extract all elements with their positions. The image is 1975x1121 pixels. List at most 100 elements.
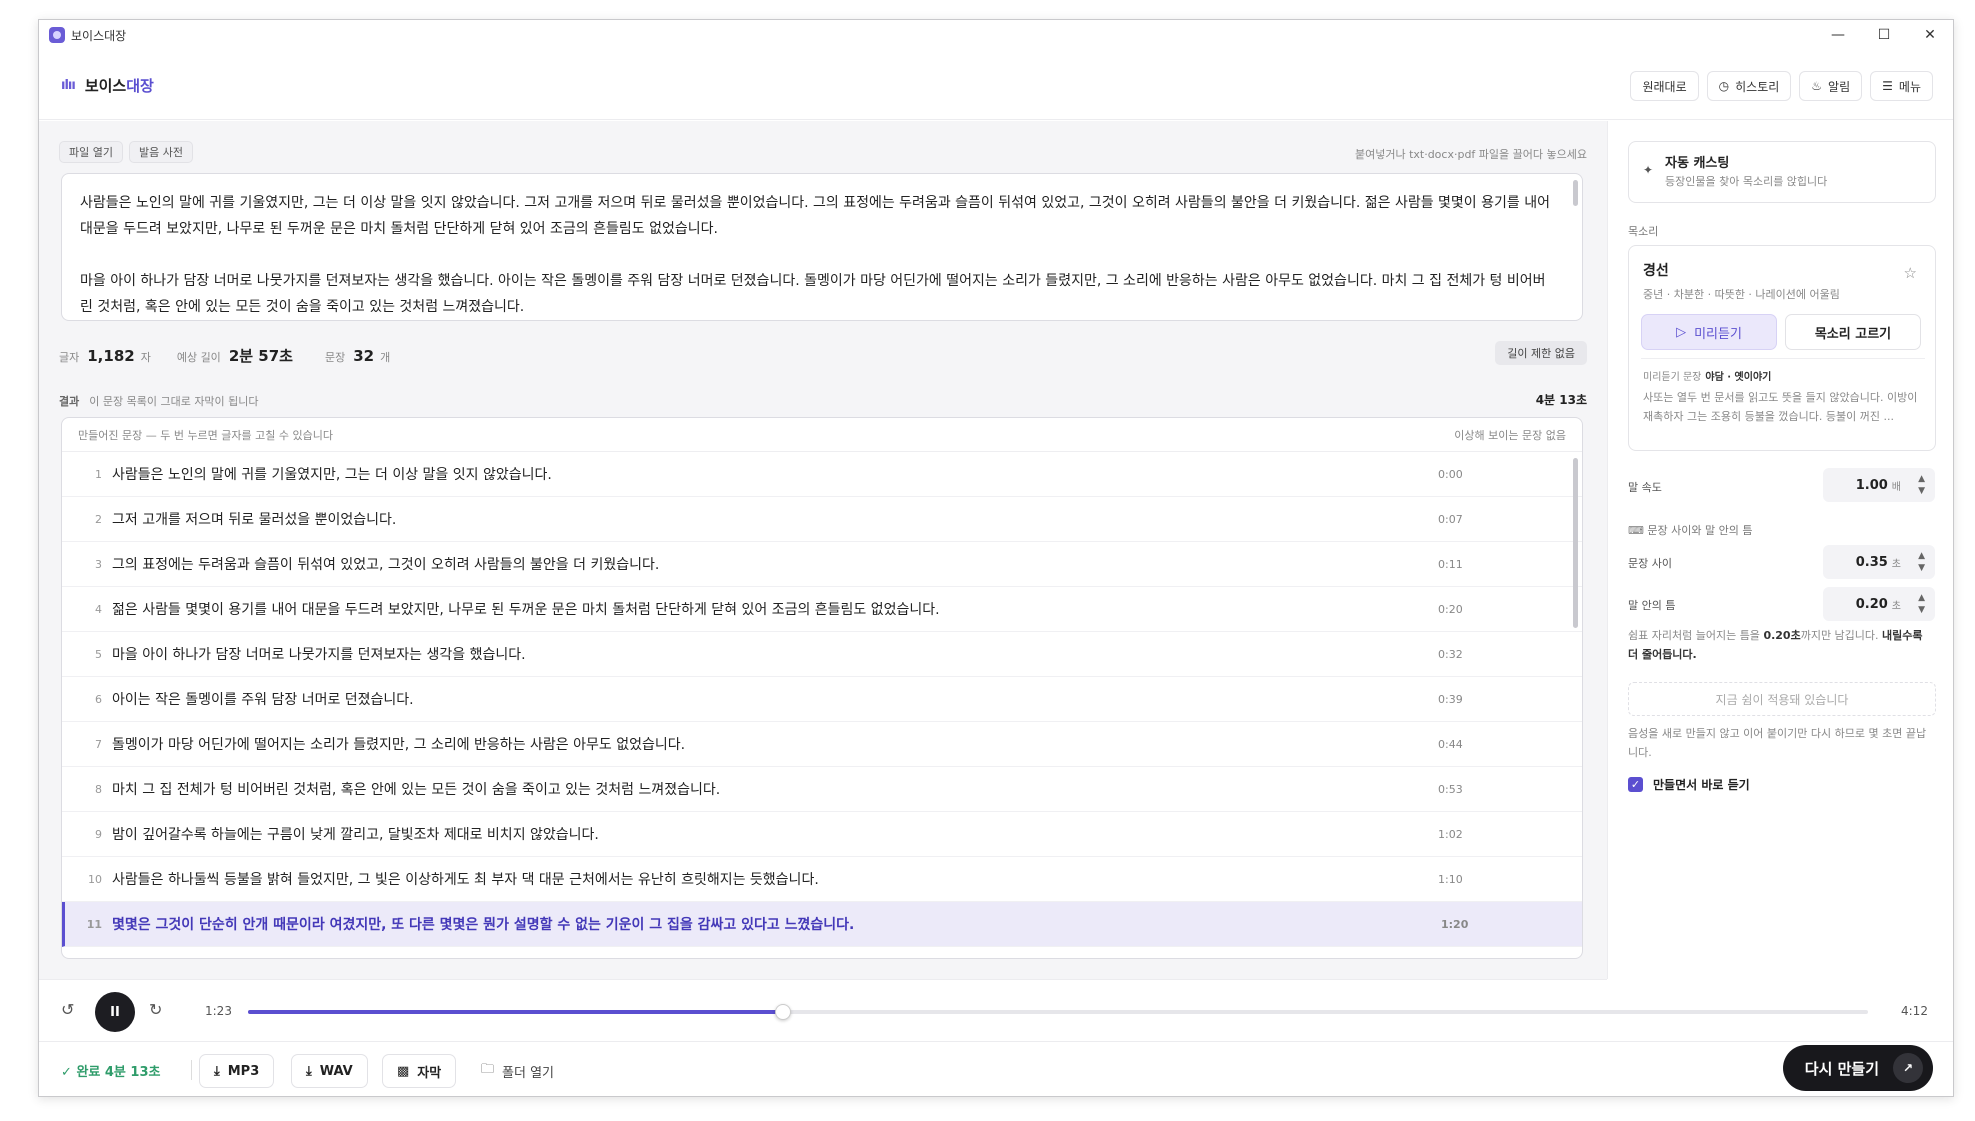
sentence-time: 1:20 <box>1441 917 1469 931</box>
notifications-label: 알림 <box>1828 79 1851 94</box>
rewind-icon[interactable]: ↺ <box>61 1000 74 1019</box>
progress-fill <box>248 1010 783 1014</box>
history-button[interactable]: ◷ 히스토리 <box>1706 71 1792 101</box>
sentence-list: 만들어진 문장 — 두 번 누르면 글자를 고칠 수 있습니다 이상해 보이는 … <box>61 417 1583 959</box>
sentence-text: 아이는 작은 돌멩이를 주워 담장 너머로 던졌습니다. <box>112 692 414 708</box>
maximize-icon[interactable]: ☐ <box>1861 20 1907 50</box>
sentence-row[interactable]: 10 사람들은 하나둘씩 등불을 밝혀 들었지만, 그 빛은 이상하게도 최 부자… <box>62 857 1582 902</box>
brand: ılıı 보이스대장 <box>61 75 154 96</box>
script-editor[interactable]: 사람들은 노인의 말에 귀를 기울였지만, 그는 더 이상 말을 잇지 않았습니… <box>61 173 1583 321</box>
pause-button[interactable]: II <box>95 992 135 1032</box>
minimize-icon[interactable]: — <box>1815 20 1861 50</box>
sentence-row[interactable]: 6 아이는 작은 돌멩이를 주워 담장 너머로 던졌습니다. 0:39 <box>62 677 1582 722</box>
inner-label: 말 안의 틈 <box>1628 599 1676 612</box>
result-hint: 이 문장 목록이 그대로 자막이 됩니다 <box>89 395 259 408</box>
settings-panel: ✦ 자동 캐스팅 등장인물을 찾아 목소리를 앉힙니다 목소리 경선 중년 · … <box>1607 121 1953 979</box>
sentence-row[interactable]: 2 그저 고개를 저으며 뒤로 물러섰을 뿐이었습니다. 0:07 <box>62 497 1582 542</box>
sentence-row[interactable]: 8 마치 그 집 전체가 텅 비어버린 것처럼, 혹은 안에 있는 모든 것이 숨… <box>62 767 1582 812</box>
pause-note: 쉼표 자리처럼 늘어지는 틈을 0.20초까지만 남깁니다. 내릴수록 더 줄어… <box>1628 626 1936 664</box>
subtitle-label: 자막 <box>417 1065 442 1081</box>
stepper-arrows-icon[interactable]: ▲ ▼ <box>1918 550 1925 574</box>
clock-icon: ◷ <box>1718 79 1730 93</box>
sentence-time: 1:10 <box>1438 872 1463 886</box>
sentence-row[interactable]: 7 돌멩이가 마당 어딘가에 떨어지는 소리가 들렸지만, 그 소리에 반응하는 … <box>62 722 1582 767</box>
speed-unit: 배 <box>1891 481 1901 493</box>
length-limit-button[interactable]: 길이 제한 없음 <box>1495 341 1587 365</box>
sentence-row[interactable]: 9 밤이 깊어갈수록 하늘에는 구름이 낮게 깔리고, 달빛조차 제대로 비치지 … <box>62 812 1582 857</box>
stepper-arrows-icon[interactable]: ▲ ▼ <box>1918 473 1925 497</box>
brand-accent: 대장 <box>126 77 154 95</box>
app-logo-icon <box>49 27 65 43</box>
sentence-row[interactable]: 5 마을 아이 하나가 담장 너머로 나뭇가지를 던져보자는 생각을 했습니다. 0… <box>62 632 1582 677</box>
sentence-number: 5 <box>95 647 102 661</box>
between-stepper[interactable]: 0.35 초 ▲ ▼ <box>1823 545 1935 579</box>
waveform-icon: ılıı <box>61 78 76 93</box>
result-title: 결과 <box>59 395 80 408</box>
sentence-text: 사람들은 노인의 말에 귀를 기울였지만, 그는 더 이상 말을 잇지 않았습니… <box>112 467 552 483</box>
remake-button[interactable]: 다시 만들기 ↗ <box>1782 1045 1933 1091</box>
mp3-label: MP3 <box>227 1063 260 1079</box>
notifications-button[interactable]: ♨ 알림 <box>1799 71 1863 101</box>
sentences-unit: 개 <box>380 351 391 364</box>
instant-play-toggle[interactable]: ✓ 만들면서 바로 듣기 <box>1628 776 1750 793</box>
open-folder-label: 폴더 열기 <box>502 1065 554 1081</box>
menu-button[interactable]: ☰ 메뉴 <box>1870 71 1933 101</box>
download-icon: ⤓ <box>214 1063 220 1079</box>
progress-track[interactable] <box>248 1004 1868 1020</box>
hamburger-icon: ☰ <box>1882 79 1893 93</box>
sentence-row[interactable]: 1 사람들은 노인의 말에 귀를 기울였지만, 그는 더 이상 말을 잇지 않았습… <box>62 452 1582 497</box>
mp3-button[interactable]: ⤓ MP3 <box>199 1054 275 1088</box>
reset-button[interactable]: 원래대로 <box>1630 71 1699 101</box>
note-part: 쉼표 자리처럼 늘어지는 틈을 <box>1628 629 1764 642</box>
sentence-number: 9 <box>95 827 102 841</box>
speed-value: 1.00 <box>1855 477 1888 493</box>
reset-label: 원래대로 <box>1642 79 1687 94</box>
open-folder-button[interactable]: 🗀 폴더 열기 <box>467 1054 568 1088</box>
length-value: 2분 57초 <box>228 347 293 365</box>
pause-section-title: 문장 사이와 말 안의 틈 <box>1647 524 1753 537</box>
wav-button[interactable]: ⤓ WAV <box>291 1054 368 1088</box>
sentence-time: 0:20 <box>1438 602 1463 616</box>
open-file-button[interactable]: 파일 열기 <box>59 141 123 163</box>
sentence-row[interactable]: 11 몇몇은 그것이 단순히 안개 때문이라 여겼지만, 또 다른 몇몇은 뭔가 … <box>62 902 1582 947</box>
sentence-text: 몇몇은 그것이 단순히 안개 때문이라 여겼지만, 또 다른 몇몇은 뭔가 설명… <box>112 917 855 933</box>
preview-sentence-title: 미리듣기 문장 <box>1643 372 1702 383</box>
voice-description: 중년 · 차분한 · 따뜻한 · 나레이션에 어울림 <box>1643 288 1840 301</box>
choose-voice-button[interactable]: 목소리 고르기 <box>1785 314 1921 350</box>
speed-stepper[interactable]: 1.00 배 ▲ ▼ <box>1823 468 1935 502</box>
between-unit: 초 <box>1891 558 1901 570</box>
sentence-row[interactable]: 4 젊은 사람들 몇몇이 용기를 내어 대문을 두드려 보았지만, 나무로 된 두… <box>62 587 1582 632</box>
list-scrollbar[interactable] <box>1573 458 1578 628</box>
pause-section-label: ⌨ 문장 사이와 말 안의 틈 <box>1628 522 1752 538</box>
inner-stepper[interactable]: 0.20 초 ▲ ▼ <box>1823 587 1935 621</box>
sentence-text: 돌멩이가 마당 어딘가에 떨어지는 소리가 들렸지만, 그 소리에 반응하는 사… <box>112 737 686 753</box>
checkbox-checked-icon[interactable]: ✓ <box>1628 777 1643 792</box>
text-stats: 글자 1,182 자 예상 길이 2분 57초 문장 32 개 <box>59 345 390 366</box>
sparkle-icon: ✦ <box>1643 163 1654 177</box>
sentence-time: 0:07 <box>1438 512 1463 526</box>
pronunciation-dictionary-button[interactable]: 발음 사전 <box>129 141 193 163</box>
stepper-arrows-icon[interactable]: ▲ ▼ <box>1918 592 1925 616</box>
sentence-text: 사람들은 하나둘씩 등불을 밝혀 들었지만, 그 빛은 이상하게도 최 부자 댁… <box>112 872 819 888</box>
sentence-number: 7 <box>95 737 102 751</box>
auto-casting-card[interactable]: ✦ 자동 캐스팅 등장인물을 찾아 목소리를 앉힙니다 <box>1628 141 1936 203</box>
sentence-time: 0:11 <box>1438 557 1463 571</box>
sentence-time: 0:32 <box>1438 647 1463 661</box>
subtitle-button[interactable]: ▩ 자막 <box>382 1054 457 1088</box>
instant-play-label: 만들면서 바로 듣기 <box>1653 778 1750 792</box>
speed-label: 말 속도 <box>1628 481 1662 494</box>
progress-thumb[interactable] <box>774 1004 791 1020</box>
sentence-row[interactable]: 3 그의 표정에는 두려움과 슬픔이 뒤섞여 있었고, 그것이 오히려 사람들의 … <box>62 542 1582 587</box>
close-icon[interactable]: ✕ <box>1907 20 1953 50</box>
forward-icon[interactable]: ↻ <box>149 1000 162 1019</box>
total-time: 4:12 <box>1901 1004 1928 1018</box>
star-icon[interactable]: ☆ <box>1904 264 1917 282</box>
divider <box>1641 358 1925 359</box>
preview-button[interactable]: ▷ 미리듣기 <box>1641 314 1777 350</box>
menu-label: 메뉴 <box>1898 79 1921 94</box>
chars-value: 1,182 <box>87 347 135 365</box>
sentence-text: 젊은 사람들 몇몇이 용기를 내어 대문을 두드려 보았지만, 나무로 된 두꺼… <box>112 602 940 618</box>
pause-icon: ⌨ <box>1628 524 1644 537</box>
folder-icon: 🗀 <box>481 1062 495 1077</box>
editor-scrollbar[interactable] <box>1573 180 1578 206</box>
